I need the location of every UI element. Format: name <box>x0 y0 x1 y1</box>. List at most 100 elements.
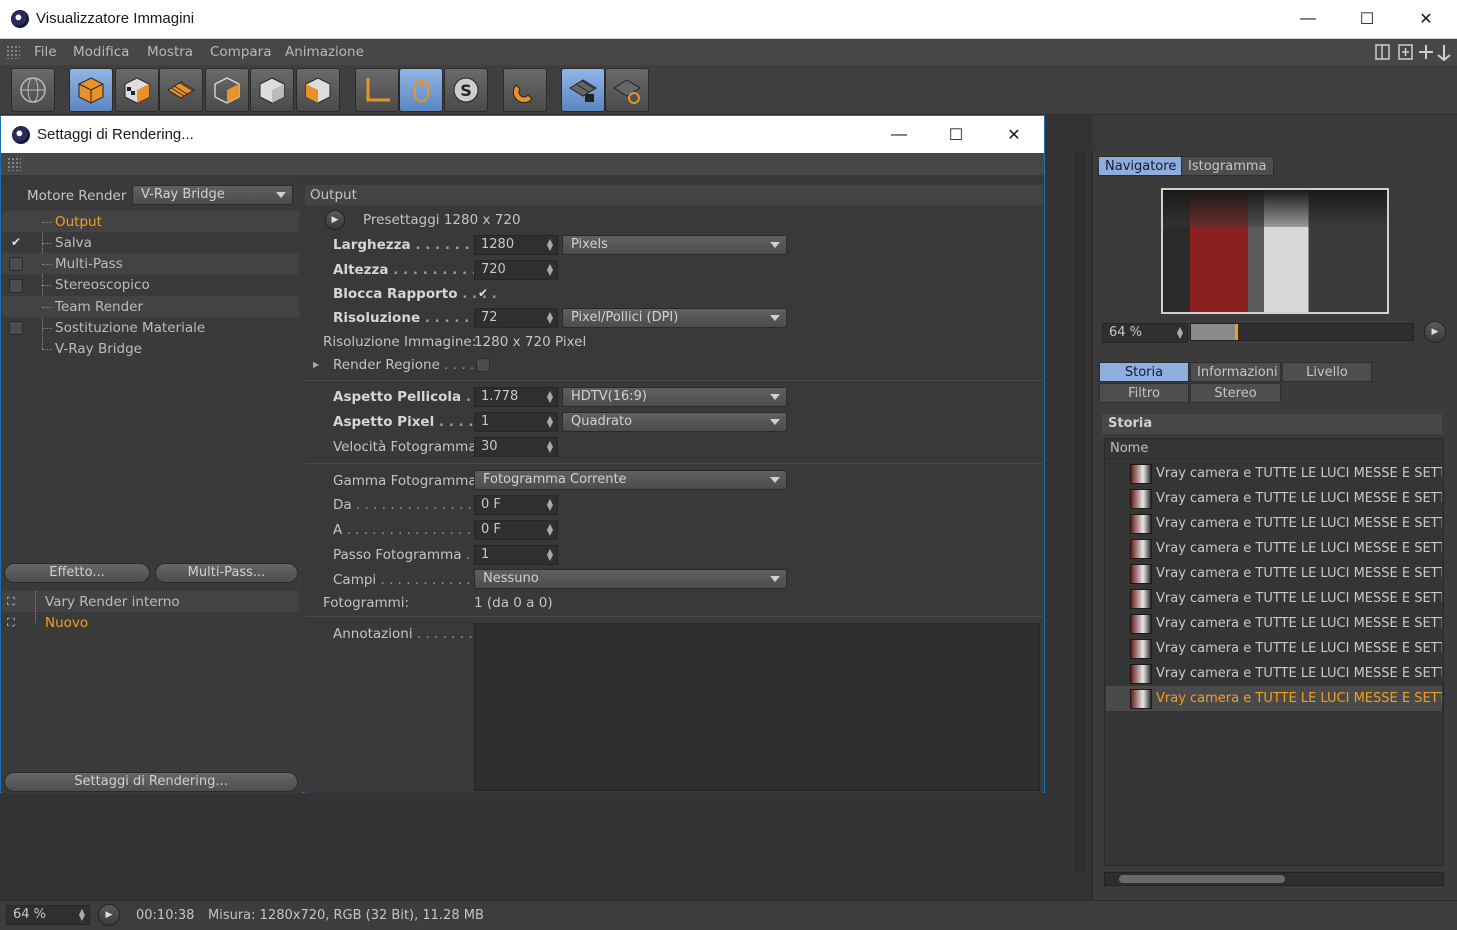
pixel-aspect-field[interactable]: 1 ▲ ▼ <box>474 412 558 432</box>
maximize-button[interactable]: ☐ <box>1342 0 1392 38</box>
minimize-button[interactable]: — <box>1283 0 1333 38</box>
tab-navigator[interactable]: Navigatore <box>1098 156 1184 176</box>
tree-item-stereoscopico[interactable]: Stereoscopico <box>55 277 150 293</box>
stepper-icon[interactable]: ▲ ▼ <box>547 440 553 454</box>
material-override-checkbox[interactable] <box>9 321 23 335</box>
menu-modifica[interactable]: Modifica <box>73 44 129 60</box>
storia-horizontal-scrollbar[interactable] <box>1104 872 1444 886</box>
render-view-button[interactable] <box>69 68 113 112</box>
stepper-icon[interactable]: ▲ ▼ <box>547 548 553 562</box>
list-item[interactable]: Vray camera e TUTTE LE LUCI MESSE E SETT… <box>1106 661 1442 686</box>
tab-storia[interactable]: Storia <box>1099 362 1189 382</box>
layout-icons[interactable] <box>1374 43 1454 61</box>
tree-item-multi-pass[interactable]: Multi-Pass <box>55 256 123 272</box>
grip-icon[interactable] <box>6 45 20 59</box>
checkmark-icon[interactable]: ✔ <box>9 236 23 250</box>
dialog-close-button[interactable]: ✕ <box>989 116 1039 154</box>
preset-play-icon[interactable]: ▶ <box>325 210 345 230</box>
settings-item-new[interactable]: Nuovo <box>45 615 88 631</box>
list-item[interactable]: Vray camera e TUTTE LE LUCI MESSE E SETT… <box>1106 536 1442 561</box>
snap-tool-button[interactable]: S <box>444 68 488 112</box>
list-item[interactable]: Vray camera e TUTTE LE LUCI MESSE E SETT… <box>1106 486 1442 511</box>
play-icon[interactable]: ▶ <box>1424 321 1446 343</box>
tree-item-team-render[interactable]: Team Render <box>55 299 143 315</box>
grid-lock-button[interactable] <box>561 68 605 112</box>
tab-stereo[interactable]: Stereo <box>1190 383 1281 403</box>
navigator-zoom-field[interactable]: 64 % ▲ ▼ <box>1102 323 1188 343</box>
list-item[interactable]: Vray camera e TUTTE LE LUCI MESSE E SETT… <box>1106 461 1442 486</box>
render-plane-button[interactable] <box>159 68 203 112</box>
globe-tool-button[interactable] <box>11 68 55 112</box>
list-item[interactable]: Vray camera e TUTTE LE LUCI MESSE E SETT… <box>1106 611 1442 636</box>
pixel-aspect-dropdown[interactable]: Quadrato <box>562 412 787 432</box>
to-field[interactable]: 0 F ▲ ▼ <box>474 520 558 540</box>
render-region-checkbox[interactable] <box>476 358 490 372</box>
menu-compara[interactable]: Compara <box>210 44 272 60</box>
viewer-scrollbar[interactable] <box>1074 152 1086 872</box>
tree-item-output[interactable]: Output <box>55 214 102 230</box>
film-aspect-dropdown[interactable]: HDTV(16:9) <box>562 387 787 407</box>
stereoscopic-checkbox[interactable] <box>9 279 23 293</box>
object-tool-1-button[interactable] <box>205 68 249 112</box>
tab-histogram[interactable]: Istogramma <box>1181 156 1274 176</box>
tree-item-sostituzione-materiale[interactable]: Sostituzione Materiale <box>55 320 205 336</box>
magnet-tool-button[interactable] <box>503 68 547 112</box>
stepper-icon[interactable]: ▲ ▼ <box>547 263 553 277</box>
notes-textarea[interactable] <box>474 623 1040 791</box>
stepper-icon[interactable]: ▲ ▼ <box>547 498 553 512</box>
lock-ratio-checkbox[interactable]: ✔ <box>476 287 490 301</box>
render-region-button[interactable] <box>115 68 159 112</box>
zoom-slider-handle[interactable] <box>1235 324 1238 340</box>
list-item[interactable]: Vray camera e TUTTE LE LUCI MESSE E SETT… <box>1106 561 1442 586</box>
film-aspect-field[interactable]: 1.778 ▲ ▼ <box>474 387 558 407</box>
expand-icon[interactable]: ▶ <box>313 360 319 369</box>
menu-animazione[interactable]: Animazione <box>285 44 364 60</box>
scrollbar-thumb[interactable] <box>1119 875 1285 883</box>
dialog-maximize-button[interactable]: ☐ <box>931 116 981 154</box>
tab-livello[interactable]: Livello <box>1282 362 1372 382</box>
stepper-icon[interactable]: ▲ ▼ <box>547 390 553 404</box>
list-item-selected[interactable]: Vray camera e TUTTE LE LUCI MESSE E SETT… <box>1106 686 1442 711</box>
stepper-icon[interactable]: ▲ ▼ <box>547 415 553 429</box>
multipass-button[interactable]: Multi-Pass... <box>155 563 298 583</box>
resolution-field[interactable]: 72 ▲ ▼ <box>474 308 558 328</box>
width-field[interactable]: 1280 ▲ ▼ <box>474 235 558 255</box>
tab-informazioni[interactable]: Informazioni <box>1190 362 1281 382</box>
frame-range-dropdown[interactable]: Fotogramma Corrente <box>474 470 787 490</box>
resolution-unit-dropdown[interactable]: Pixel/Pollici (DPI) <box>562 308 787 328</box>
settings-item-vray-internal[interactable]: Vary Render interno <box>45 594 180 610</box>
multipass-checkbox[interactable] <box>9 257 23 271</box>
stepper-icon[interactable]: ▲ ▼ <box>547 238 553 252</box>
list-item[interactable]: Vray camera e TUTTE LE LUCI MESSE E SETT… <box>1106 636 1442 661</box>
status-zoom-field[interactable]: 64 % ▲ ▼ <box>6 905 90 925</box>
dialog-minimize-button[interactable]: — <box>874 116 924 154</box>
list-item[interactable]: Vray camera e TUTTE LE LUCI MESSE E SETT… <box>1106 586 1442 611</box>
object-tool-2-button[interactable] <box>250 68 294 112</box>
height-field[interactable]: 720 ▲ ▼ <box>474 260 558 280</box>
frame-step-field[interactable]: 1 ▲ ▼ <box>474 545 558 565</box>
grid-refresh-button[interactable] <box>605 68 649 112</box>
preset-label[interactable]: Presettaggi 1280 x 720 <box>363 212 521 228</box>
column-header-name[interactable]: Nome <box>1105 441 1443 459</box>
stepper-icon[interactable]: ▲ ▼ <box>1177 326 1183 340</box>
from-field[interactable]: 0 F ▲ ▼ <box>474 495 558 515</box>
stepper-icon[interactable]: ▲ ▼ <box>79 908 85 922</box>
fps-field[interactable]: 30 ▲ ▼ <box>474 437 558 457</box>
engine-dropdown[interactable]: V-Ray Bridge <box>132 185 293 205</box>
stepper-icon[interactable]: ▲ ▼ <box>547 311 553 325</box>
tree-item-vray-bridge[interactable]: V-Ray Bridge <box>55 341 142 357</box>
navigator-zoom-slider[interactable] <box>1190 323 1414 341</box>
close-button[interactable]: ✕ <box>1401 0 1451 38</box>
effect-button[interactable]: Effetto... <box>4 563 150 583</box>
axis-tool-button[interactable] <box>355 68 399 112</box>
tree-item-salva[interactable]: Salva <box>55 235 92 251</box>
navigator-thumbnail[interactable] <box>1161 188 1389 314</box>
mouse-tool-button[interactable] <box>399 68 443 112</box>
stepper-icon[interactable]: ▲ ▼ <box>547 523 553 537</box>
list-item[interactable]: Vray camera e TUTTE LE LUCI MESSE E SETT… <box>1106 511 1442 536</box>
menu-mostra[interactable]: Mostra <box>147 44 193 60</box>
fields-dropdown[interactable]: Nessuno <box>474 569 787 589</box>
tab-filtro[interactable]: Filtro <box>1099 383 1189 403</box>
play-icon[interactable]: ▶ <box>98 904 120 926</box>
width-unit-dropdown[interactable]: Pixels <box>562 235 787 255</box>
